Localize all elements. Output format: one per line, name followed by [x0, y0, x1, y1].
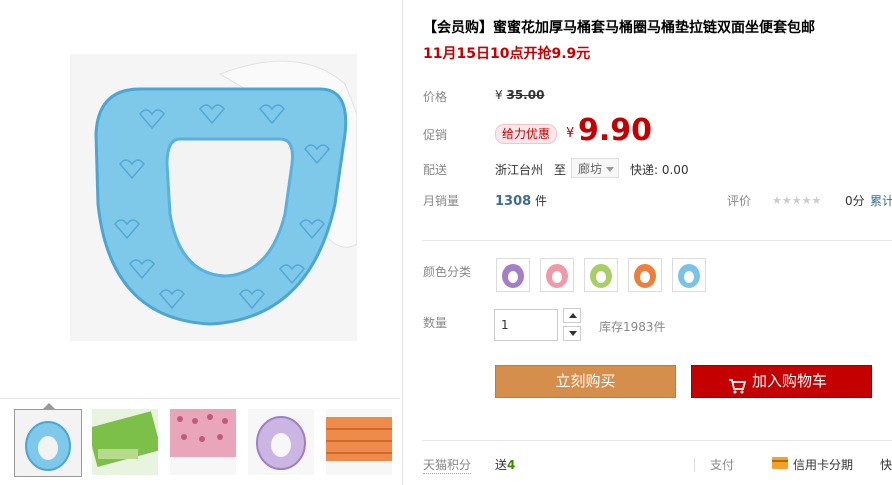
rating-stars-icon: ★★★★★: [772, 194, 822, 207]
thumbnail-1[interactable]: [14, 409, 82, 477]
sales-unit: 件: [535, 194, 548, 208]
ship-from: 浙江台州: [495, 163, 544, 177]
express-fee: 快递: 0.00: [630, 163, 689, 177]
currency-symbol: ¥: [495, 88, 503, 102]
rating-score: 0分: [845, 194, 865, 208]
promo-badge: 给力优惠: [495, 124, 558, 144]
gallery-divider: [0, 398, 400, 399]
promo-price: 9.90: [578, 113, 653, 148]
thumbnail-3[interactable]: [170, 409, 236, 475]
color-swatch-blue[interactable]: [672, 258, 706, 292]
thumbnail-4[interactable]: [248, 409, 314, 475]
product-title: 【会员购】蜜蜜花加厚马桶套马桶圈马桶垫拉链双面坐便套包邮: [423, 20, 815, 36]
color-swatch-purple[interactable]: [496, 258, 530, 292]
thumbnail-5[interactable]: [326, 409, 392, 475]
color-label: 颜色分类: [423, 265, 472, 279]
promo-currency-symbol: ¥: [566, 126, 575, 141]
shopping-cart-icon: [728, 374, 747, 394]
add-to-cart-button[interactable]: 加入购物车: [691, 365, 872, 398]
original-price: ¥ 35.00: [495, 88, 544, 102]
ship-to-word: 至: [554, 163, 567, 177]
product-gallery: [0, 0, 403, 485]
shipping-label: 配送: [423, 163, 448, 177]
promotion-label: 促销: [423, 128, 448, 142]
footer-divider: [422, 440, 892, 441]
quantity-label: 数量: [423, 316, 448, 330]
stock-count: 库存1983件: [599, 320, 666, 334]
rating-label: 评价: [727, 194, 752, 208]
color-swatch-green[interactable]: [584, 258, 618, 292]
original-price-amount: 35.00: [506, 88, 545, 102]
credit-card-icon: [772, 457, 788, 469]
chevron-up-icon: [569, 313, 577, 318]
promo-line: 11月15日10点开抢9.9元: [423, 46, 591, 62]
quantity-decrease-button[interactable]: [563, 326, 581, 341]
footer-separator: [694, 458, 695, 472]
main-product-image[interactable]: [70, 54, 357, 341]
tmall-points-label[interactable]: 天猫积分: [423, 456, 472, 474]
chevron-down-icon: [606, 167, 614, 172]
color-swatch-orange[interactable]: [628, 258, 662, 292]
add-to-cart-label: 加入购物车: [752, 372, 828, 390]
chevron-down-icon: [569, 331, 577, 336]
buy-now-button[interactable]: 立刻购买: [495, 365, 676, 398]
cumulative-reviews-link[interactable]: 累计: [870, 192, 892, 209]
quantity-increase-button[interactable]: [563, 308, 581, 323]
points-info: 送4: [495, 456, 515, 473]
sales-count: 1308: [495, 194, 532, 209]
monthly-sales-label: 月销量: [423, 194, 460, 208]
quantity-input[interactable]: 1: [494, 309, 558, 341]
thumbnail-2[interactable]: [92, 409, 158, 475]
more-payment-text: 快: [880, 458, 892, 472]
section-divider: [422, 240, 892, 241]
monthly-sales: 1308 件: [495, 192, 547, 209]
points-prefix: 送: [495, 458, 508, 472]
credit-card-installment[interactable]: 信用卡分期: [793, 456, 853, 473]
points-value: 4: [507, 458, 516, 472]
destination-value: 廊坊: [578, 162, 603, 176]
destination-select[interactable]: 廊坊: [571, 158, 619, 178]
payment-label: 支付: [710, 458, 735, 472]
color-swatch-pink[interactable]: [540, 258, 574, 292]
price-label: 价格: [423, 90, 448, 104]
